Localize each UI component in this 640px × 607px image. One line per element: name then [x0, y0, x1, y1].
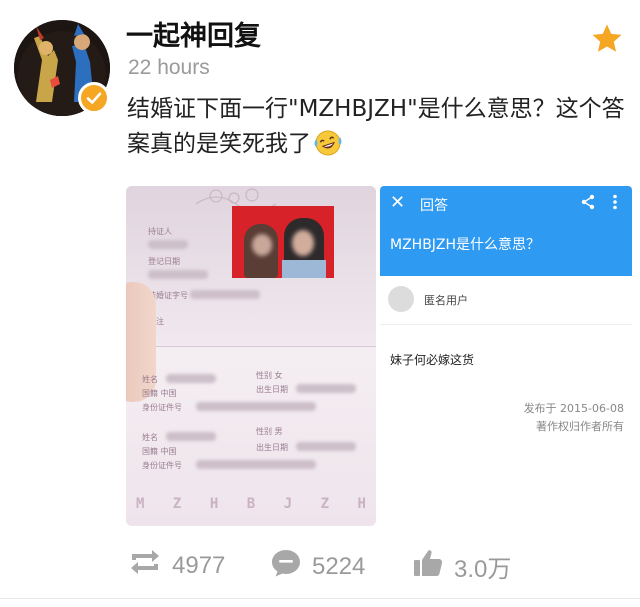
label-dob-2: 出生日期 — [256, 443, 288, 452]
blurred-face — [252, 234, 272, 256]
star-icon[interactable] — [590, 22, 624, 60]
thumbs-up-icon — [412, 548, 444, 585]
like-count: 3.0万 — [454, 556, 512, 583]
answer-screenshot-image[interactable]: ✕ 回答 MZHBJZH是什么意思？ 匿名用户 妹子何必嫁这货 发布于 2015… — [380, 186, 632, 446]
label-gender-2: 性别 男 — [256, 427, 283, 436]
answer-text: 妹子何必嫁这货 — [390, 353, 475, 367]
comment-button[interactable]: 5224 — [270, 548, 365, 585]
share-icon[interactable] — [580, 194, 596, 214]
mrz-letter: Z — [172, 496, 182, 512]
anonymous-avatar — [388, 286, 414, 312]
label-holder: 持证人 — [148, 227, 172, 236]
answer-header: ✕ 回答 MZHBJZH是什么意思？ — [380, 186, 632, 276]
blurred-value — [166, 374, 216, 383]
like-button[interactable]: 3.0万 — [412, 548, 511, 585]
copyright-notice: 著作权归作者所有 — [536, 420, 624, 433]
label-name-2: 姓名 — [142, 433, 158, 442]
label-reg-date: 登记日期 — [148, 257, 180, 266]
divider — [380, 324, 632, 325]
mrz-letter: Z — [320, 496, 330, 512]
marriage-certificate-image[interactable]: 持证人 登记日期 结婚证字号 备注 姓名 国籍 中国 身份证件号 性别 女 出生… — [126, 186, 376, 526]
label-id-2: 身份证件号 — [142, 461, 182, 470]
blurred-value — [148, 240, 188, 249]
blurred-value — [148, 270, 208, 279]
repost-count: 4977 — [172, 551, 226, 579]
blurred-value — [296, 384, 356, 393]
mrz-letter: H — [357, 496, 366, 512]
label-gender-1: 性别 女 — [256, 371, 283, 380]
post-text-content: 结婚证下面一行"MZHBJZH"是什么意思？这个答案真的是笑死我了 — [127, 96, 625, 157]
laughing-tears-emoji-icon — [313, 129, 343, 168]
blurred-value — [190, 290, 260, 299]
label-nation-1: 国籍 中国 — [142, 389, 177, 398]
post-text: 结婚证下面一行"MZHBJZH"是什么意思？这个答案真的是笑死我了 — [127, 92, 632, 168]
label-name-1: 姓名 — [142, 375, 158, 384]
more-vertical-icon[interactable] — [612, 194, 618, 214]
label-dob-1: 出生日期 — [256, 385, 288, 394]
comment-icon — [270, 548, 302, 585]
close-icon[interactable]: ✕ — [390, 192, 405, 213]
divider — [0, 598, 640, 599]
action-bar: 4977 5224 3.0万 — [0, 548, 640, 588]
mrz-letter: H — [209, 496, 219, 512]
verified-badge-icon — [78, 82, 110, 114]
label-id-1: 身份证件号 — [142, 403, 182, 412]
mrz-letter: M — [136, 496, 145, 512]
comment-count: 5224 — [312, 552, 366, 580]
shirt — [282, 260, 326, 278]
answer-header-title: 回答 — [420, 198, 448, 214]
repost-icon — [128, 548, 162, 583]
username[interactable]: 一起神回复 — [126, 14, 261, 53]
blurred-value — [196, 402, 316, 411]
repost-button[interactable]: 4977 — [128, 548, 225, 583]
question-title: MZHBJZH是什么意思？ — [390, 237, 541, 253]
label-nation-2: 国籍 中国 — [142, 447, 177, 456]
mrz-line: M Z H B J Z H — [136, 496, 366, 512]
blurred-value — [296, 442, 356, 451]
mrz-letter: J — [283, 496, 293, 512]
anonymous-user-name: 匿名用户 — [424, 294, 468, 307]
post-timestamp: 22 hours — [128, 56, 210, 79]
blurred-value — [196, 460, 316, 469]
blurred-face — [292, 230, 314, 256]
blurred-value — [166, 432, 216, 441]
mrz-letter: B — [246, 496, 256, 512]
published-date: 发布于 2015-06-08 — [523, 402, 624, 415]
couple-photo — [232, 206, 334, 278]
